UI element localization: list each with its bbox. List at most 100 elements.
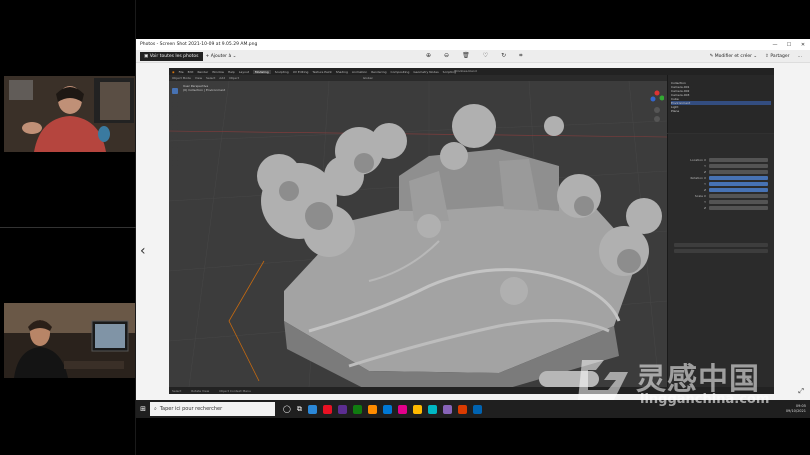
- taskbar-search-box[interactable]: ⌕ Taper ici pour rechercher: [150, 402, 275, 416]
- location-z-field[interactable]: [709, 169, 768, 174]
- blender-menu-render[interactable]: Render: [197, 70, 208, 74]
- more-icon[interactable]: …: [798, 54, 803, 59]
- rotation-y-field[interactable]: [709, 181, 768, 186]
- orientation-dropdown[interactable]: Global: [363, 76, 373, 80]
- move-tool-icon[interactable]: [172, 106, 178, 112]
- photos-app-window: Photos - Screen Shot 2021-10-09 at 9.05.…: [136, 39, 810, 400]
- scale-tool-icon[interactable]: [172, 124, 178, 130]
- blender-viewport-header: Object Mode View Select Add Object Globa…: [169, 75, 667, 81]
- measure-tool-icon[interactable]: [172, 151, 178, 157]
- transform-tool-icon[interactable]: [172, 133, 178, 139]
- edit-create-button[interactable]: ✎ Modifier et créer ⌄: [710, 54, 758, 59]
- windows-start-icon[interactable]: ⊞: [136, 405, 150, 413]
- taskbar-app-icon[interactable]: [472, 404, 482, 414]
- view-menu[interactable]: View: [195, 76, 202, 80]
- select-tool-icon[interactable]: [172, 88, 178, 94]
- delete-icon[interactable]: 🗑: [462, 52, 470, 60]
- taskbar-app-icon[interactable]: [352, 404, 362, 414]
- zoom-out-icon[interactable]: ⊖: [444, 52, 449, 60]
- chevron-down-icon: ⌄: [751, 53, 758, 59]
- blender-tab-modeling[interactable]: Modeling: [253, 69, 271, 74]
- object-menu[interactable]: Object: [229, 76, 239, 80]
- blender-tab-sculpting[interactable]: Sculpting: [275, 70, 289, 74]
- blender-menu-window[interactable]: Window: [212, 70, 224, 74]
- taskbar-app-icon[interactable]: [427, 404, 437, 414]
- rotate-tool-icon[interactable]: [172, 115, 178, 121]
- blender-file-title: Windows.blend: [454, 69, 477, 73]
- taskbar-app-icon[interactable]: [442, 404, 452, 414]
- rotation-z-field[interactable]: [709, 187, 768, 192]
- location-y-field[interactable]: [709, 163, 768, 168]
- title-bar: Photos - Screen Shot 2021-10-09 at 9.05.…: [136, 39, 810, 50]
- previous-arrow-icon[interactable]: ‹: [140, 243, 146, 259]
- taskbar-app-icon[interactable]: [457, 404, 467, 414]
- window-title: Photos - Screen Shot 2021-10-09 at 9.05.…: [140, 42, 258, 47]
- mode-dropdown[interactable]: Object Mode: [172, 76, 191, 80]
- watermark-logo-icon: [578, 360, 628, 400]
- watermark-url: lingganchina.com: [640, 392, 770, 407]
- color-space-field[interactable]: [674, 248, 768, 253]
- select-menu[interactable]: Select: [206, 76, 215, 80]
- share-button[interactable]: ⇪ Partager: [765, 54, 789, 59]
- scale-y-field[interactable]: [709, 199, 768, 204]
- blender-outliner: Collection Camera.001 Camera.002 Camera.…: [667, 75, 774, 133]
- scale-x-field[interactable]: [709, 193, 768, 198]
- location-x-field[interactable]: [709, 157, 768, 162]
- taskbar-app-icon[interactable]: [322, 404, 332, 414]
- blender-tool-shelf: [172, 88, 179, 208]
- rotation-x-field[interactable]: [709, 175, 768, 180]
- webcam-divider: [0, 227, 136, 228]
- navigation-gizmo-icon[interactable]: [650, 86, 664, 126]
- photo-toolbar: ▣ Voir toutes les photos + Ajouter à ⌄ ⊕…: [136, 50, 810, 63]
- chevron-down-icon: ⌄: [231, 53, 237, 59]
- taskbar-app-icon[interactable]: [337, 404, 347, 414]
- rotate-icon[interactable]: ↻: [501, 52, 506, 60]
- watermark: 灵感中国 lingganchina.com: [574, 350, 788, 412]
- blender-tab-layout[interactable]: Layout: [239, 70, 249, 74]
- taskbar-app-icon[interactable]: [367, 404, 377, 414]
- favorite-icon[interactable]: ♡: [483, 52, 488, 60]
- blender-tab-texture[interactable]: Texture Paint: [312, 70, 331, 74]
- blender-3d-viewport[interactable]: User Perspective (0) Collection | Enviro…: [169, 80, 668, 391]
- blender-screenshot: ◉ File Edit Render Window Help Layout Mo…: [169, 68, 774, 394]
- blender-tab-rendering[interactable]: Rendering: [371, 70, 386, 74]
- zoom-in-icon[interactable]: ⊕: [426, 52, 431, 60]
- fullscreen-icon[interactable]: ⤢: [798, 387, 804, 396]
- add-cube-tool-icon[interactable]: [172, 160, 178, 166]
- taskbar-apps: ◯ ⧉: [283, 404, 482, 414]
- blender-tab-geometry[interactable]: Geometry Nodes: [413, 70, 438, 74]
- webcam-feed-top: [4, 76, 135, 152]
- taskbar-app-icon[interactable]: [382, 404, 392, 414]
- task-view-icon[interactable]: ◯: [283, 405, 291, 414]
- search-icon: ⌕: [154, 406, 157, 412]
- taskbar-app-icon[interactable]: [412, 404, 422, 414]
- screen: Photos - Screen Shot 2021-10-09 at 9.05.…: [0, 0, 810, 455]
- cursor-tool-icon[interactable]: [172, 97, 178, 103]
- blender-tab-uv[interactable]: UV Editing: [293, 70, 309, 74]
- scale-z-field[interactable]: [709, 205, 768, 210]
- clock-date: 09/10/2021: [785, 409, 806, 413]
- add-menu[interactable]: Add: [219, 76, 225, 80]
- see-all-photos-button[interactable]: ▣ Voir toutes les photos: [140, 51, 203, 61]
- close-button[interactable]: ✕: [796, 42, 810, 48]
- taskbar-app-icon[interactable]: [397, 404, 407, 414]
- crop-icon[interactable]: ⌗: [519, 52, 522, 60]
- webcam-feed-bottom: [4, 303, 135, 378]
- outliner-row[interactable]: Plane: [671, 109, 771, 113]
- image-path-field[interactable]: [674, 242, 768, 247]
- add-to-button[interactable]: + Ajouter à ⌄: [206, 54, 237, 59]
- minimize-button[interactable]: —: [768, 42, 782, 48]
- maximize-button[interactable]: ☐: [782, 42, 796, 48]
- system-tray[interactable]: 09:05 09/10/2021: [786, 404, 810, 414]
- blender-tab-shading[interactable]: Shading: [336, 70, 348, 74]
- taskbar-app-icon[interactable]: [307, 404, 317, 414]
- blender-menu-edit[interactable]: Edit: [188, 70, 194, 74]
- viewport-info: User Perspective (0) Collection | Enviro…: [183, 84, 226, 92]
- annotate-tool-icon[interactable]: [172, 142, 178, 148]
- blender-menu-file[interactable]: File: [179, 70, 184, 74]
- blender-tab-compositing[interactable]: Compositing: [391, 70, 410, 74]
- widgets-icon[interactable]: ⧉: [297, 405, 302, 414]
- blender-logo-icon: ◉: [172, 69, 175, 74]
- blender-menu-help[interactable]: Help: [228, 70, 235, 74]
- blender-tab-animation[interactable]: Animation: [352, 70, 367, 74]
